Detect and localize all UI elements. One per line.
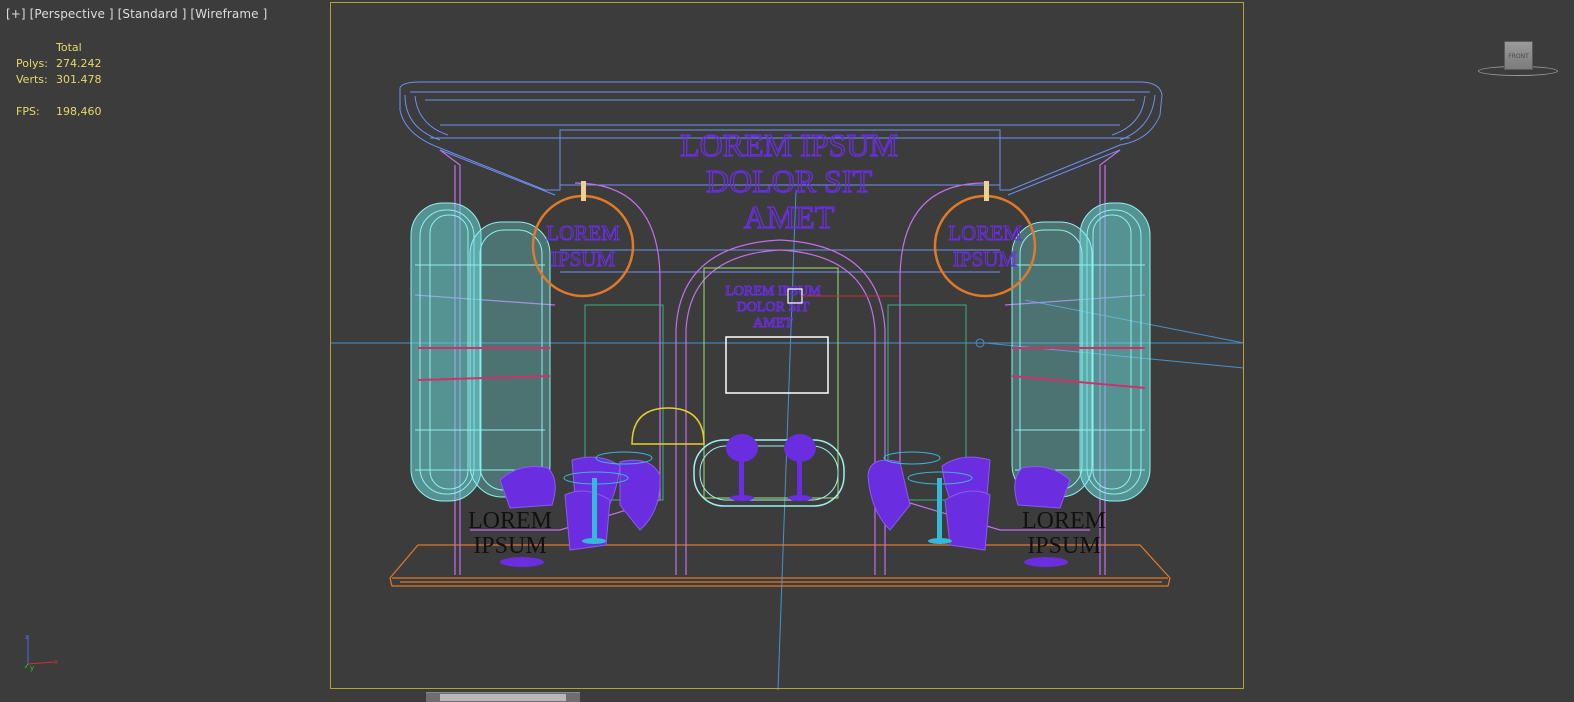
z-axis-label: z xyxy=(25,633,29,641)
main-sign-line1: LOREM IPSUM xyxy=(680,127,898,163)
timeline-slider-thumb[interactable] xyxy=(440,694,566,701)
center-sign-line2: DOLOR SIT xyxy=(737,300,810,315)
x-axis-label: x xyxy=(54,658,58,666)
center-sign-line1: LOREM IPSUM xyxy=(725,284,821,299)
axis-tripod: z y x xyxy=(24,633,58,672)
counter-right-line2: IPSUM xyxy=(1027,533,1100,559)
center-screen[interactable] xyxy=(725,336,829,394)
viewcube[interactable]: FRONT xyxy=(1504,41,1533,70)
main-header-sign[interactable]: LOREM IPSUM DOLOR SIT AMET xyxy=(679,126,898,235)
lamp-dome[interactable] xyxy=(631,407,705,445)
center-bench-inner xyxy=(699,445,839,501)
main-sign-line3: AMET xyxy=(744,199,835,235)
y-axis-label: y xyxy=(30,664,34,672)
cylinder-shelves-right[interactable] xyxy=(1011,202,1151,502)
wireframe-scene[interactable]: LOREM IPSUM LOREM IPSUM LOREM IPSUM DOLO… xyxy=(0,0,1574,701)
perspective-viewport[interactable]: [+] [Perspective ] [Standard ] [Wirefram… xyxy=(0,0,1574,702)
center-sign-line3: AMET xyxy=(753,316,793,331)
center-bench[interactable] xyxy=(693,439,845,507)
bar-stools[interactable] xyxy=(726,434,816,501)
counter-left-line2: IPSUM xyxy=(473,533,546,559)
counter-right-line1: LOREM xyxy=(1022,508,1106,534)
counter-right[interactable]: LOREM IPSUM xyxy=(1022,508,1106,567)
circle-sign-right-line2: IPSUM xyxy=(953,247,1018,271)
main-sign-line2: DOLOR SIT xyxy=(706,163,873,199)
counter-left-line1: LOREM xyxy=(468,508,552,534)
y-axis-line xyxy=(24,663,29,669)
circle-sign-left-line1: LOREM xyxy=(546,221,620,245)
center-sign[interactable]: LOREM IPSUM DOLOR SIT AMET xyxy=(725,284,822,332)
circle-sign-right-line1: LOREM xyxy=(948,221,1022,245)
cylinder-shelves-left[interactable] xyxy=(410,202,551,502)
circle-sign-left-line2: IPSUM xyxy=(551,247,616,271)
counter-left[interactable]: LOREM IPSUM xyxy=(468,508,552,567)
